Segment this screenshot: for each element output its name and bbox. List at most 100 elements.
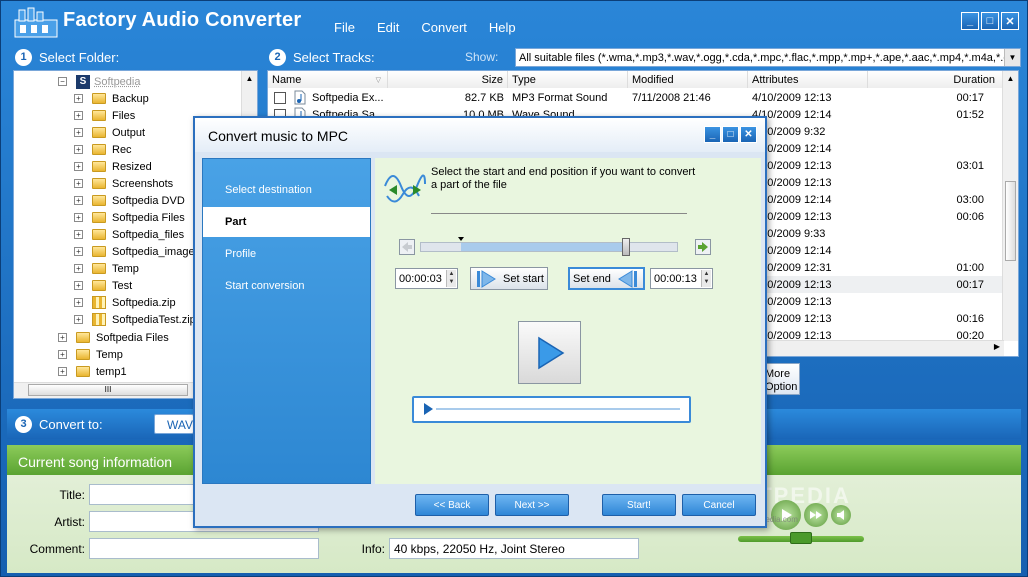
cell-attributes: 4/10/2009 12:14 xyxy=(752,193,832,206)
tree-item[interactable]: + Temp xyxy=(74,260,139,277)
volume-thumb[interactable] xyxy=(790,532,812,544)
cell-duration: 03:00 xyxy=(956,193,984,206)
expand-icon[interactable]: + xyxy=(58,367,67,376)
expand-icon[interactable]: + xyxy=(74,315,83,324)
tree-item[interactable]: + Softpedia.zip xyxy=(74,294,176,311)
column-type[interactable]: Type xyxy=(508,71,628,88)
expand-icon[interactable]: + xyxy=(74,111,83,120)
set-end-button[interactable]: Set end xyxy=(568,267,645,290)
expand-icon[interactable]: + xyxy=(74,213,83,222)
menu-edit[interactable]: Edit xyxy=(377,20,399,35)
dialog-maximize-button[interactable]: □ xyxy=(722,126,739,143)
column-duration[interactable]: Duration xyxy=(868,71,1004,88)
column-modified[interactable]: Modified xyxy=(628,71,748,88)
format-wav-button[interactable]: WAV xyxy=(154,414,194,434)
nav-start-conversion[interactable]: Start conversion xyxy=(203,271,370,301)
expand-icon[interactable]: + xyxy=(74,128,83,137)
tree-item[interactable]: + Softpedia_files xyxy=(74,226,184,243)
column-name[interactable]: Name ▽ xyxy=(268,71,388,88)
expand-icon[interactable]: + xyxy=(74,230,83,239)
folder-icon xyxy=(76,349,90,360)
expand-icon[interactable]: + xyxy=(74,179,83,188)
dialog-close-button[interactable]: ✕ xyxy=(740,126,757,143)
forward-button[interactable] xyxy=(804,503,828,527)
move-left-button[interactable] xyxy=(399,239,415,255)
tree-item[interactable]: + Backup xyxy=(74,90,149,107)
start-time-input[interactable]: 00:00:03 ▲ ▼ xyxy=(395,268,458,289)
spinner-icon[interactable]: ▲ ▼ xyxy=(446,270,456,287)
tree-item[interactable]: + Files xyxy=(74,107,135,124)
dialog-title-bar: Convert music to MPC xyxy=(195,118,765,152)
tree-item[interactable]: + Softpedia Files xyxy=(74,209,185,226)
tree-item[interactable]: + Output xyxy=(74,124,145,141)
menu-convert[interactable]: Convert xyxy=(421,20,467,35)
tree-item[interactable]: + Rec xyxy=(74,141,132,158)
expand-icon[interactable]: + xyxy=(74,145,83,154)
spinner-icon[interactable]: ▲ ▼ xyxy=(701,270,711,287)
range-end-thumb[interactable] xyxy=(622,238,630,256)
cell-attributes: 4/10/2009 12:13 xyxy=(752,312,832,325)
set-start-button[interactable]: Set start xyxy=(470,267,548,290)
column-attributes[interactable]: Attributes xyxy=(748,71,868,88)
tracks-vertical-scrollbar[interactable]: ▲ xyxy=(1002,71,1018,341)
move-right-button[interactable] xyxy=(695,239,711,255)
next-button[interactable]: Next >> xyxy=(495,494,569,516)
table-row[interactable]: Softpedia Ex... 82.7 KB MP3 Format Sound 7/… xyxy=(268,89,1004,106)
expand-icon[interactable]: + xyxy=(74,298,83,307)
volume-slider[interactable] xyxy=(738,532,864,544)
menu-help[interactable]: Help xyxy=(489,20,516,35)
row-checkbox[interactable] xyxy=(274,92,286,104)
cell-attributes: 4/10/2009 12:31 xyxy=(752,261,832,274)
convert-dialog: Convert music to MPC _ □ ✕ Select destin… xyxy=(193,116,767,528)
nav-part[interactable]: Part xyxy=(203,207,370,237)
expand-icon[interactable]: + xyxy=(74,196,83,205)
dropdown-arrow-icon[interactable]: ▼ xyxy=(1004,49,1020,66)
tree-item[interactable]: + Softpedia DVD xyxy=(74,192,185,209)
cell-duration xyxy=(868,123,984,140)
preview-play-button[interactable] xyxy=(518,321,581,384)
tree-item[interactable]: + Softpedia Files xyxy=(58,329,169,346)
wizard-nav: Select destination Part Profile Start co… xyxy=(202,158,371,484)
nav-profile[interactable]: Profile xyxy=(203,239,370,269)
cell-attributes: 4/10/2009 9:32 xyxy=(752,125,826,138)
tree-item[interactable]: + Softpedia_images xyxy=(74,243,200,260)
preview-progress[interactable] xyxy=(412,396,691,423)
expand-icon[interactable]: + xyxy=(58,350,67,359)
tree-item-root[interactable]: − S Softpedia xyxy=(58,73,140,90)
range-slider[interactable] xyxy=(420,237,678,256)
menu-file[interactable]: File xyxy=(334,20,355,35)
tree-label: Softpedia Files xyxy=(96,331,169,344)
tree-item[interactable]: + Test xyxy=(74,277,132,294)
comment-field[interactable] xyxy=(89,538,319,559)
tree-item[interactable]: + Screenshots xyxy=(74,175,173,192)
collapse-icon[interactable]: − xyxy=(58,77,67,86)
column-size[interactable]: Size xyxy=(388,71,508,88)
more-options-label: More Option xyxy=(765,368,798,393)
cell-duration: 00:06 xyxy=(956,210,984,223)
scroll-thumb[interactable] xyxy=(1005,181,1016,261)
expand-icon[interactable]: + xyxy=(74,264,83,273)
sort-icon: ▽ xyxy=(375,76,381,84)
back-button[interactable]: << Back xyxy=(415,494,489,516)
maximize-button[interactable]: □ xyxy=(981,12,999,30)
tree-item[interactable]: + Resized xyxy=(74,158,152,175)
cell-duration: 00:17 xyxy=(956,278,984,291)
dialog-minimize-button[interactable]: _ xyxy=(704,126,721,143)
end-time-input[interactable]: 00:00:13 ▲ ▼ xyxy=(650,268,713,289)
expand-icon[interactable]: + xyxy=(74,281,83,290)
expand-icon[interactable]: + xyxy=(74,94,83,103)
close-button[interactable]: ✕ xyxy=(1001,12,1019,30)
volume-button[interactable] xyxy=(831,505,851,525)
expand-icon[interactable]: + xyxy=(74,162,83,171)
expand-icon[interactable]: + xyxy=(58,333,67,342)
tree-item[interactable]: + Temp xyxy=(58,346,123,363)
nav-select-destination[interactable]: Select destination xyxy=(203,175,370,205)
minimize-button[interactable]: _ xyxy=(961,12,979,30)
file-filter-select[interactable]: All suitable files (*.wma,*.mp3,*.wav,*.… xyxy=(515,48,1021,67)
cancel-button[interactable]: Cancel xyxy=(682,494,756,516)
tree-item[interactable]: + SoftpediaTest.zip xyxy=(74,311,196,328)
start-button[interactable]: Start! xyxy=(602,494,676,516)
tree-item[interactable]: + temp1 xyxy=(58,363,127,380)
expand-icon[interactable]: + xyxy=(74,247,83,256)
scroll-thumb[interactable]: III xyxy=(28,384,188,396)
